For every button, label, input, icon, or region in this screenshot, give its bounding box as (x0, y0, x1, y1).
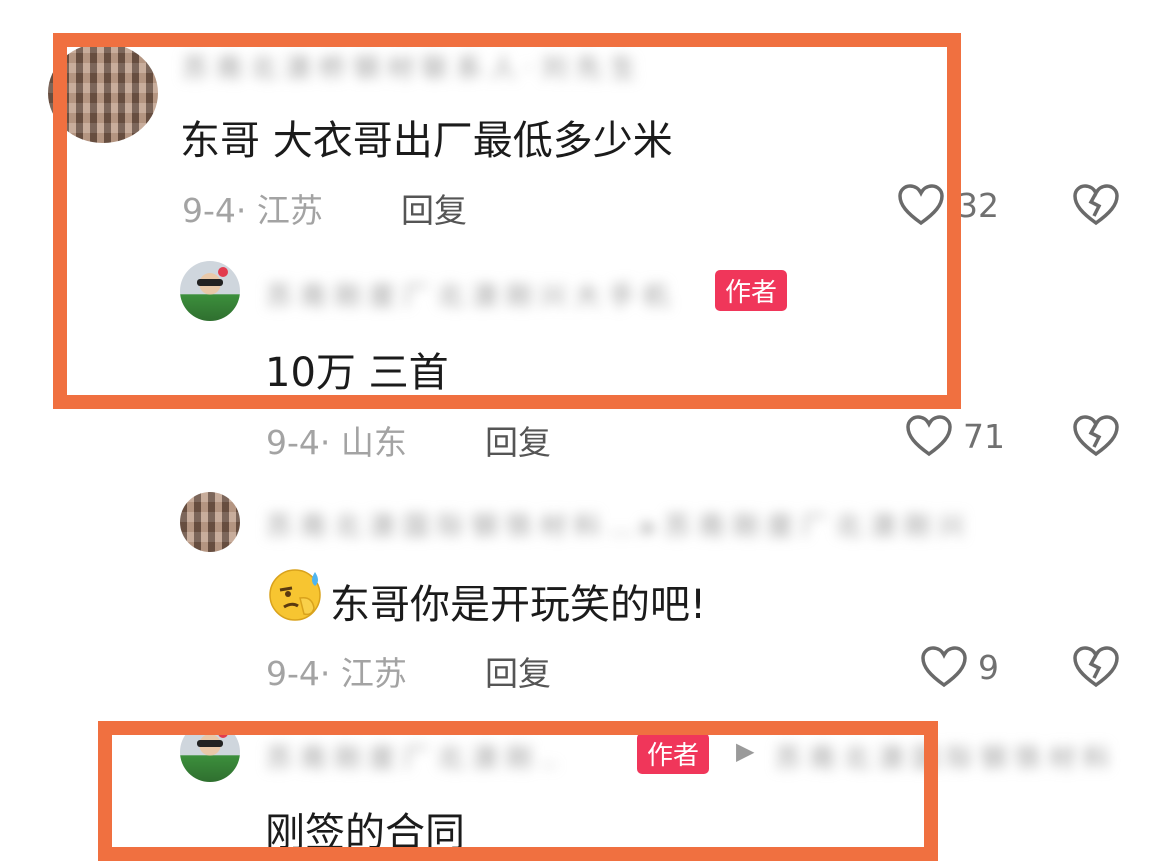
like-count: 32 (957, 186, 999, 225)
highlight-box (53, 33, 961, 409)
username-blurred[interactable]: 苏 南 北 澳 国 际 钢 铁 材 料 … ▸ 苏 南 刚 度 厂 北 澳 刚 … (266, 506, 964, 543)
dislike-heart-icon[interactable] (1072, 183, 1120, 227)
reply-button[interactable]: 回复 (485, 416, 551, 464)
heart-icon[interactable] (905, 414, 953, 458)
comment-date-location: 9-4· 江苏 (266, 654, 407, 693)
like-count: 9 (978, 648, 999, 687)
highlight-box (98, 721, 938, 861)
heart-icon[interactable] (920, 645, 968, 689)
reply-button[interactable]: 回复 (485, 647, 551, 695)
comment-text: 东哥你是开玩笑的吧! (330, 582, 707, 628)
sweat-emoji-icon (266, 566, 328, 622)
comment-date-location: 9-4· 山东 (266, 423, 407, 462)
avatar[interactable] (180, 492, 240, 552)
like-count: 71 (963, 417, 1005, 456)
dislike-heart-icon[interactable] (1072, 414, 1120, 458)
dislike-heart-icon[interactable] (1072, 645, 1120, 689)
